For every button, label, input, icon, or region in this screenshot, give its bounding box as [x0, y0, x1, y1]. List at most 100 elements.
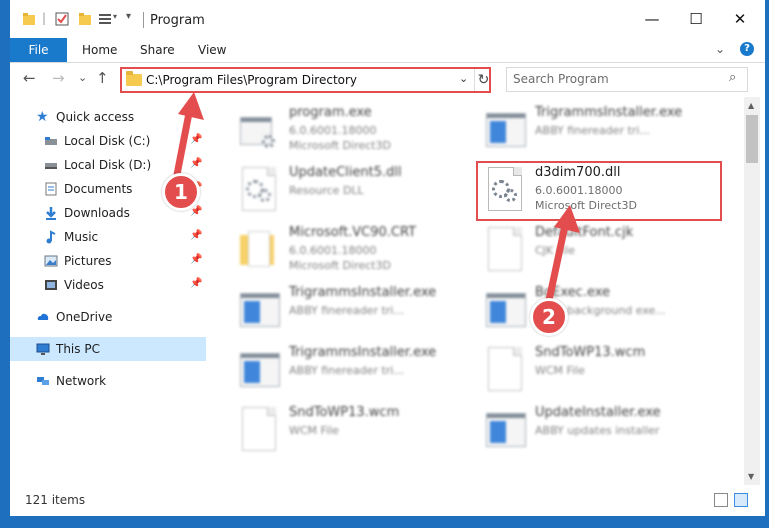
sidebar-item-label: OneDrive — [56, 310, 113, 324]
file-detail: Resource DLL — [289, 184, 364, 197]
sidebar-item-videos[interactable]: Videos 📌 — [10, 273, 206, 297]
file-name: TrigrammsInstaller.exe — [289, 345, 437, 360]
sidebar-item-this-pc[interactable]: This PC — [10, 337, 206, 361]
app-icon — [486, 407, 526, 451]
file-item[interactable]: TrigrammsInstaller.exe ABBY finereader t… — [236, 341, 476, 399]
app-icon — [240, 347, 280, 391]
downloads-icon — [46, 207, 56, 220]
file-item[interactable]: Microsoft.VC90.CRT 6.0.6001.18000 Micros… — [236, 221, 476, 279]
step-2-badge: 2 — [530, 298, 568, 336]
pin-icon[interactable]: 📌 — [190, 206, 202, 217]
folder-icon[interactable] — [22, 12, 36, 26]
file-name: SndToWP13.wcm — [535, 345, 646, 360]
file-detail: ABBY updates installer — [535, 424, 660, 437]
sidebar-item-label: Network — [56, 374, 107, 388]
file-item[interactable]: UpdateClient5.dll Resource DLL — [236, 161, 476, 219]
navigation-bar: ← → ⌄ ↑ C:\Program Files\Program Directo… — [10, 63, 765, 97]
scroll-down-icon[interactable]: ▼ — [748, 472, 754, 481]
tab-view[interactable]: View — [198, 43, 226, 57]
folder-icon — [126, 71, 142, 86]
up-button[interactable]: ↑ — [96, 69, 109, 87]
drive-icon — [45, 137, 57, 145]
sidebar-item-label: Local Disk (C:) — [64, 134, 151, 148]
address-path[interactable]: C:\Program Files\Program Directory — [146, 73, 357, 87]
file-name: program.exe — [289, 105, 372, 120]
new-folder-icon[interactable] — [78, 12, 92, 26]
file-name: SndToWP13.wcm — [289, 405, 400, 420]
forward-button[interactable]: → — [52, 69, 65, 87]
music-icon — [46, 230, 56, 244]
customize-qat-icon[interactable]: ▾ — [126, 11, 131, 22]
file-item[interactable]: BgExec.exe ABBY background exe... — [482, 281, 722, 339]
tab-file[interactable]: File — [10, 38, 67, 62]
sidebar-item-pictures[interactable]: Pictures 📌 — [10, 249, 206, 273]
refresh-button[interactable]: ↻ — [474, 69, 492, 91]
file-item[interactable]: TrigrammsInstaller.exe ABBY finereader t… — [482, 101, 722, 159]
exe-icon — [240, 107, 278, 151]
qat-separator: | — [42, 11, 47, 25]
pictures-icon — [44, 255, 58, 267]
close-button[interactable]: ✕ — [718, 0, 762, 38]
back-button[interactable]: ← — [23, 69, 36, 87]
file-name: Microsoft.VC90.CRT — [289, 225, 417, 240]
pin-icon[interactable]: 📌 — [190, 230, 202, 241]
file-name: UpdateInstaller.exe — [535, 405, 661, 420]
view-options-icon[interactable] — [98, 12, 112, 26]
folder-icon — [240, 227, 278, 271]
file-item[interactable]: SndToWP13.wcm WCM File — [482, 341, 722, 399]
sidebar-item-label: Local Disk (D:) — [64, 158, 152, 172]
file-item[interactable]: program.exe 6.0.6001.18000 Microsoft Dir… — [236, 101, 476, 159]
search-icon[interactable]: ⌕ — [729, 70, 736, 85]
documents-icon — [45, 182, 57, 196]
sidebar-item-label: This PC — [56, 342, 100, 356]
item-count: 121 items — [25, 493, 86, 507]
title-separator — [143, 12, 144, 28]
ribbon-expand-icon[interactable]: ⌄ — [715, 42, 725, 56]
file-list: program.exe 6.0.6001.18000 Microsoft Dir… — [206, 97, 744, 485]
scroll-thumb[interactable] — [746, 115, 758, 163]
file-detail: WCM File — [289, 424, 339, 437]
file-detail: ABBY finereader tri... — [535, 124, 650, 137]
file-detail: ABBY finereader tri... — [289, 364, 404, 377]
help-icon[interactable]: ? — [740, 42, 754, 56]
file-detail: WCM File — [535, 364, 585, 377]
tab-home[interactable]: Home — [82, 43, 117, 57]
tab-share[interactable]: Share — [140, 43, 175, 57]
address-dropdown-icon[interactable]: ⌄ — [459, 72, 468, 85]
file-item[interactable]: UpdateInstaller.exe ABBY updates install… — [482, 401, 722, 459]
file-item[interactable]: TrigrammsInstaller.exe ABBY finereader t… — [236, 281, 476, 339]
properties-icon[interactable] — [55, 12, 69, 26]
app-icon — [486, 107, 526, 151]
file-name: TrigrammsInstaller.exe — [535, 105, 683, 120]
sidebar-item-onedrive[interactable]: OneDrive — [10, 305, 206, 329]
file-icon — [486, 227, 524, 271]
details-view-icon[interactable] — [714, 493, 728, 507]
large-icons-view-icon[interactable] — [734, 493, 748, 507]
network-icon — [37, 377, 49, 385]
sidebar-item-label: Pictures — [64, 254, 112, 268]
pin-icon[interactable]: 📌 — [190, 254, 202, 265]
qat-dropdown-icon[interactable]: ▾ — [113, 12, 117, 21]
app-icon — [486, 287, 526, 331]
status-bar: 121 items — [10, 485, 765, 516]
computer-icon — [36, 343, 50, 355]
pin-icon[interactable]: 📌 — [190, 278, 202, 289]
file-item[interactable]: SndToWP13.wcm WCM File — [236, 401, 476, 459]
scroll-up-icon[interactable]: ▲ — [748, 101, 754, 110]
file-name: TrigrammsInstaller.exe — [289, 285, 437, 300]
sidebar-item-label: Music — [64, 230, 99, 244]
recent-locations-button[interactable]: ⌄ — [78, 71, 87, 84]
maximize-button[interactable]: ☐ — [674, 0, 718, 38]
drive-icon — [45, 163, 57, 169]
sidebar-item-music[interactable]: Music 📌 — [10, 225, 206, 249]
file-name: UpdateClient5.dll — [289, 165, 402, 180]
minimize-button[interactable]: — — [630, 0, 674, 38]
step-1-badge: 1 — [162, 173, 200, 211]
vertical-scrollbar[interactable]: ▲ ▼ — [744, 97, 760, 485]
title-bar: | ▾ ▾ Program — ☐ ✕ — [10, 0, 765, 38]
file-detail: 6.0.6001.18000 — [289, 124, 377, 137]
file-item[interactable]: DefaultFont.cjk CJK File — [482, 221, 722, 279]
search-input[interactable]: Search Program ⌕ — [506, 67, 748, 92]
sidebar-item-network[interactable]: Network — [10, 369, 206, 393]
sidebar-item-label: Downloads — [64, 206, 130, 220]
